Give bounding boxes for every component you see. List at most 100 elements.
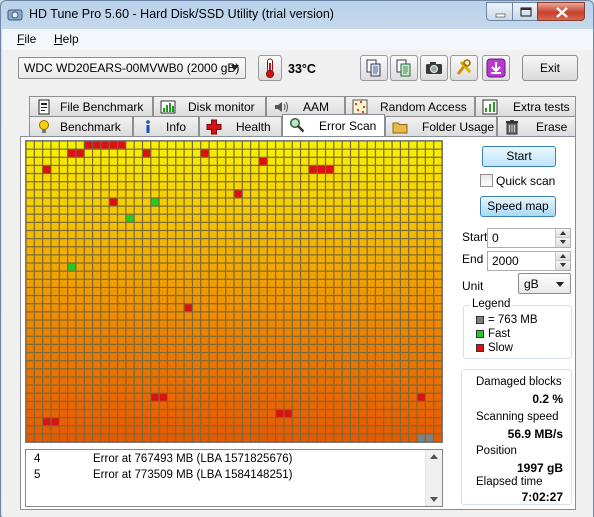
scroll-up-icon[interactable] xyxy=(430,454,438,459)
scan-block xyxy=(76,222,84,230)
scan-block xyxy=(93,279,101,287)
scan-block xyxy=(334,434,342,442)
scan-block xyxy=(317,279,325,287)
scan-block xyxy=(126,222,134,230)
options-button[interactable] xyxy=(450,55,478,81)
scan-block xyxy=(134,190,142,198)
scan-block xyxy=(392,401,400,409)
start-field[interactable]: 0 xyxy=(487,228,571,248)
scan-block xyxy=(209,320,217,328)
menu-help-mnemonic: H xyxy=(54,32,63,46)
scan-block xyxy=(284,206,292,214)
scan-block xyxy=(168,263,176,271)
save-button[interactable] xyxy=(482,55,510,81)
scan-block xyxy=(234,166,242,173)
scan-block xyxy=(201,182,209,190)
quick-scan-checkbox[interactable] xyxy=(480,174,493,187)
tab-health[interactable]: Health xyxy=(199,116,282,136)
scan-block xyxy=(209,377,217,385)
tab-random-access[interactable]: Random Access xyxy=(345,96,475,116)
tab-erase[interactable]: Erase xyxy=(497,116,576,136)
scan-block xyxy=(109,426,117,434)
scan-block xyxy=(193,263,201,271)
tab-folder-usage[interactable]: Folder Usage xyxy=(385,116,497,136)
tab-error-scan[interactable]: Error Scan xyxy=(282,114,385,136)
spin-up-icon[interactable] xyxy=(555,229,570,238)
scan-block xyxy=(26,328,34,336)
scan-block xyxy=(276,296,284,304)
scan-block xyxy=(301,231,309,239)
error-log-list[interactable]: 4 Error at 767493 MB (LBA 1571825676) 5 … xyxy=(25,449,443,507)
tab-info[interactable]: Info xyxy=(133,116,199,136)
scan-block xyxy=(359,418,367,426)
close-icon xyxy=(556,7,568,18)
log-scrollbar[interactable] xyxy=(425,450,442,506)
spin-down-icon[interactable] xyxy=(555,261,570,270)
menu-help[interactable]: Help xyxy=(54,32,79,46)
scan-block xyxy=(34,222,43,230)
scan-block xyxy=(334,393,342,401)
copy-info-button[interactable] xyxy=(390,55,418,81)
tab-file-benchmark[interactable]: File Benchmark xyxy=(29,96,153,116)
scan-block xyxy=(259,239,267,247)
scan-block xyxy=(59,247,67,255)
close-button[interactable] xyxy=(537,2,585,21)
scan-block xyxy=(309,279,317,287)
start-button[interactable]: Start xyxy=(482,146,556,167)
screenshot-camera-icon xyxy=(426,62,442,74)
minimize-button[interactable] xyxy=(486,2,513,21)
scan-block xyxy=(201,288,209,295)
scan-block xyxy=(376,353,384,361)
scan-block xyxy=(168,239,176,247)
scan-block xyxy=(151,141,159,149)
exit-button[interactable]: Exit xyxy=(522,55,578,81)
scan-block xyxy=(251,271,259,279)
scan-block xyxy=(118,288,126,295)
screenshot-button[interactable] xyxy=(420,55,448,81)
scan-block xyxy=(118,182,126,190)
copy-text-button[interactable] xyxy=(360,55,388,81)
tab-benchmark[interactable]: Benchmark xyxy=(29,116,133,136)
end-field[interactable]: 2000 xyxy=(487,251,571,271)
spin-down-icon[interactable] xyxy=(555,238,570,247)
drive-select[interactable]: WDC WD20EARS-00MVWB0 (2000 gB) xyxy=(18,57,246,79)
scan-block xyxy=(43,174,51,182)
title-bar[interactable]: HD Tune Pro 5.60 - Hard Disk/SSD Utility… xyxy=(1,1,593,29)
scan-block xyxy=(401,271,409,279)
scan-block xyxy=(301,271,309,279)
menu-file[interactable]: File xyxy=(17,32,36,46)
scan-block xyxy=(51,434,59,442)
temperature-button[interactable] xyxy=(258,55,282,81)
maximize-button[interactable] xyxy=(512,2,538,21)
scan-block xyxy=(184,222,192,230)
scan-block xyxy=(242,320,251,328)
tab-aam[interactable]: AAM xyxy=(266,96,345,116)
scan-block xyxy=(143,377,151,385)
speed-map-button[interactable]: Speed map xyxy=(480,196,556,217)
scan-block xyxy=(301,255,309,263)
scan-block xyxy=(93,141,101,149)
scan-block xyxy=(226,231,234,239)
scan-block xyxy=(226,198,234,206)
scan-block xyxy=(101,426,109,434)
unit-select[interactable]: gB xyxy=(518,273,571,294)
scroll-down-icon[interactable] xyxy=(430,497,438,502)
scan-block xyxy=(184,288,192,295)
scan-block xyxy=(26,149,34,157)
scan-block xyxy=(59,182,67,190)
scan-block xyxy=(267,328,275,336)
scan-block xyxy=(417,361,425,369)
scan-block xyxy=(267,434,275,442)
scan-block xyxy=(217,393,226,401)
scan-block xyxy=(384,190,392,198)
scan-block xyxy=(259,336,267,344)
scan-block xyxy=(417,263,425,271)
scan-block xyxy=(43,149,51,157)
tab-disk-monitor[interactable]: Disk monitor xyxy=(153,96,266,116)
scan-block xyxy=(143,182,151,190)
scan-block xyxy=(417,385,425,393)
scan-block xyxy=(384,434,392,442)
scan-block xyxy=(276,206,284,214)
spin-up-icon[interactable] xyxy=(555,252,570,261)
tab-extra-tests[interactable]: Extra tests xyxy=(475,96,576,116)
